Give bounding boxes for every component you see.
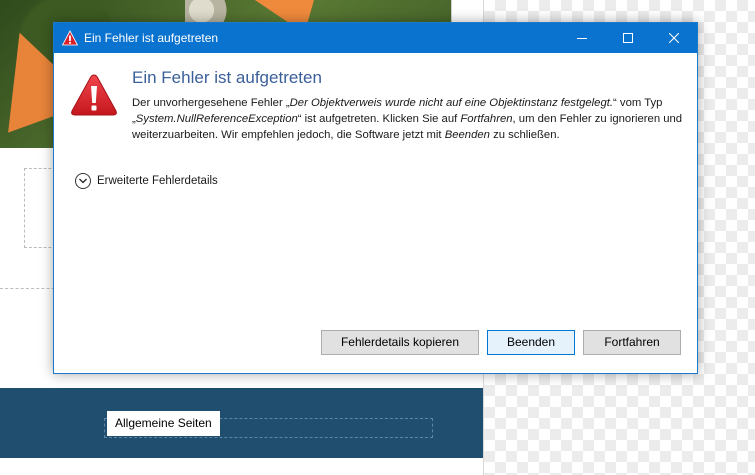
dialog-heading: Ein Fehler ist aufgetreten bbox=[132, 68, 322, 87]
error-message: Der unvorhergesehene Fehler „Der Objektv… bbox=[132, 95, 692, 143]
quit-reference: Beenden bbox=[444, 129, 490, 141]
window-title: Ein Fehler ist aufgetreten bbox=[84, 31, 219, 45]
background-dashed-line bbox=[0, 288, 60, 289]
advanced-details-label: Erweiterte Fehlerdetails bbox=[97, 175, 218, 187]
close-button[interactable] bbox=[651, 23, 697, 53]
error-message-detail: Der Objektverweis wurde nicht auf eine O… bbox=[289, 97, 614, 109]
error-dialog: Ein Fehler ist aufgetreten Ein Fehler is… bbox=[53, 22, 698, 374]
chevron-down-icon bbox=[75, 173, 91, 189]
maximize-button[interactable] bbox=[605, 23, 651, 53]
error-warning-icon bbox=[70, 73, 118, 117]
message-text: zu schließen. bbox=[489, 129, 560, 141]
copy-details-button[interactable]: Fehlerdetails kopieren bbox=[321, 330, 479, 355]
advanced-details-toggle[interactable]: Erweiterte Fehlerdetails bbox=[75, 171, 218, 191]
background-band bbox=[0, 388, 483, 458]
continue-button[interactable]: Fortfahren bbox=[583, 330, 681, 355]
close-icon bbox=[669, 33, 679, 43]
minimize-icon bbox=[577, 38, 587, 39]
message-text: Der unvorhergesehene Fehler „ bbox=[132, 97, 290, 109]
title-bar[interactable]: Ein Fehler ist aufgetreten bbox=[54, 23, 697, 53]
continue-reference: Fortfahren bbox=[460, 113, 513, 125]
page-chip[interactable]: Allgemeine Seiten bbox=[107, 411, 220, 436]
maximize-icon bbox=[623, 33, 633, 43]
warning-icon bbox=[61, 30, 79, 46]
quit-button[interactable]: Beenden bbox=[487, 330, 575, 355]
exception-type: System.NullReferenceException bbox=[135, 113, 298, 125]
message-text: “ ist aufgetreten. Klicken Sie auf bbox=[297, 113, 461, 125]
minimize-button[interactable] bbox=[559, 23, 605, 53]
